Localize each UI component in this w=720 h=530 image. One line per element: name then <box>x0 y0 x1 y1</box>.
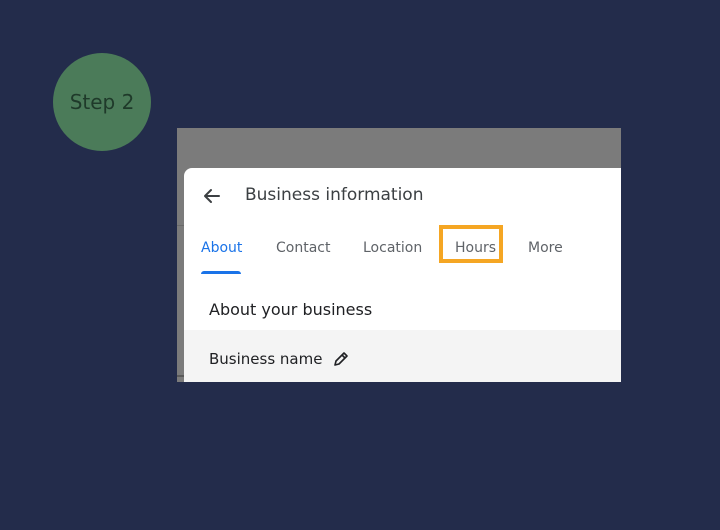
business-name-row[interactable]: Business name <box>184 330 621 382</box>
dialog-header: Business information <box>184 168 621 224</box>
screenshot-frame: Business information About Contact Locat… <box>177 128 621 382</box>
pencil-icon[interactable] <box>332 350 350 368</box>
dialog-title: Business information <box>245 185 424 205</box>
arrow-left-icon[interactable] <box>202 186 222 206</box>
tab-about[interactable]: About <box>201 240 242 256</box>
tab-contact[interactable]: Contact <box>276 240 330 256</box>
business-name-label: Business name <box>209 350 323 368</box>
tab-location[interactable]: Location <box>363 240 422 256</box>
background-page-fragment <box>177 375 184 377</box>
tab-more[interactable]: More <box>528 240 563 256</box>
tab-bar: About Contact Location Hours More <box>184 230 621 274</box>
section-title: About your business <box>209 300 373 319</box>
business-information-dialog: Business information About Contact Locat… <box>184 168 621 382</box>
step-label: Step 2 <box>69 90 135 114</box>
active-tab-indicator <box>201 271 241 274</box>
step-badge: Step 2 <box>53 53 151 151</box>
hours-tab-highlight <box>439 225 503 263</box>
